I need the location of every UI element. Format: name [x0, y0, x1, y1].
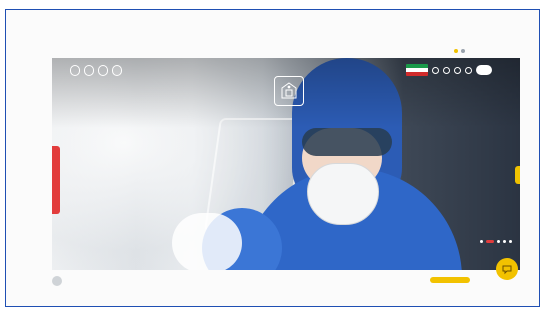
top-utility-bar: [451, 46, 521, 56]
university-logo[interactable]: [274, 76, 304, 106]
hero-goggles: [302, 128, 392, 156]
quick-link-3[interactable]: [98, 65, 108, 76]
side-tab-right[interactable]: [515, 166, 520, 184]
slider-dot[interactable]: [497, 240, 500, 243]
slider-dot[interactable]: [509, 240, 512, 243]
search-icon[interactable]: [465, 66, 472, 74]
hero-banner: [52, 58, 520, 270]
slider-dot-active[interactable]: [486, 240, 494, 243]
bottom-yellow-chip[interactable]: [430, 277, 470, 283]
bottom-left-item[interactable]: [52, 276, 66, 286]
bottom-avatar-icon: [52, 276, 62, 286]
slider-dot[interactable]: [503, 240, 506, 243]
hero-glove: [172, 213, 242, 270]
user-icon[interactable]: [461, 49, 465, 53]
telegram-icon[interactable]: [443, 66, 450, 74]
bottom-strip: [52, 272, 520, 288]
iran-flag-icon[interactable]: [406, 64, 428, 76]
header-navigation: [52, 58, 520, 128]
slider-dot[interactable]: [480, 240, 483, 243]
quick-link-2[interactable]: [84, 65, 94, 76]
quick-link-4[interactable]: [112, 65, 122, 76]
side-tab-left[interactable]: [52, 146, 60, 214]
quick-link-1[interactable]: [70, 65, 80, 76]
language-icon[interactable]: [454, 49, 458, 53]
globe-icon[interactable]: [454, 66, 461, 74]
quick-links: [70, 65, 122, 76]
header-tools: [406, 64, 492, 76]
logo-emblem-icon: [281, 82, 297, 99]
search-button[interactable]: [476, 65, 492, 75]
slider-dots: [480, 240, 512, 243]
hero-mask: [307, 163, 379, 225]
instagram-icon[interactable]: [432, 66, 439, 74]
